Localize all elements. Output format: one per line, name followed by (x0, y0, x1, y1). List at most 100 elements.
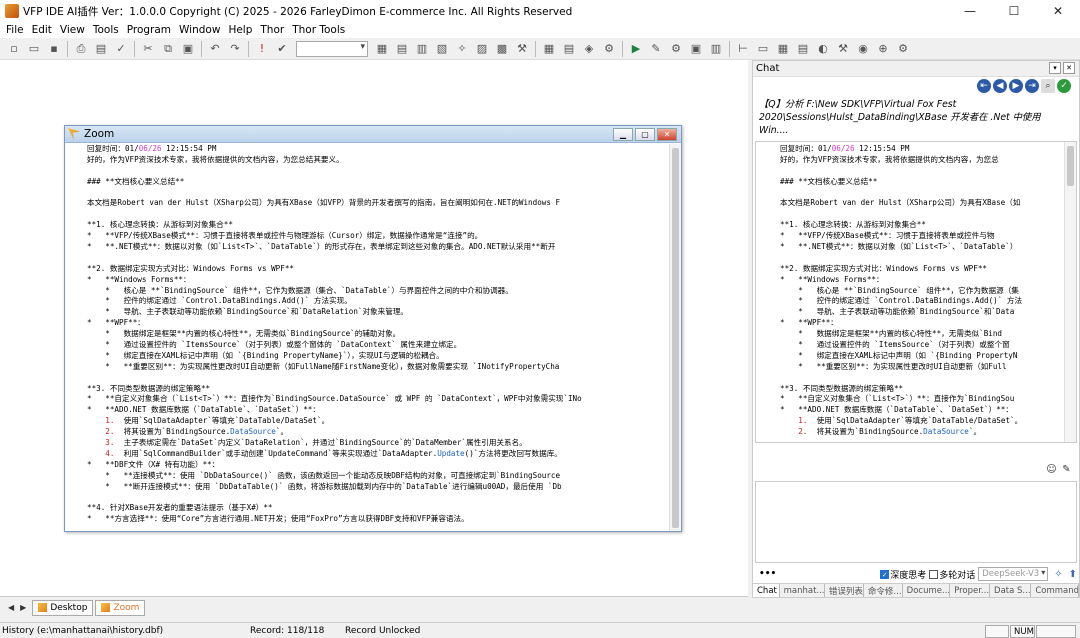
first-icon[interactable]: ⇤ (977, 79, 991, 93)
toolbar-separator (535, 40, 536, 57)
builder-icon[interactable]: ⚒ (514, 41, 530, 57)
tab-nav-right[interactable]: ▶ (20, 603, 26, 612)
label-icon[interactable]: ▥ (414, 41, 430, 57)
menu-view[interactable]: View (58, 24, 91, 36)
tools-icon[interactable]: ⚒ (835, 41, 851, 57)
chat-answer-text[interactable]: 回复时间：01/06/26 12:15:54 PM 好的，作为VFP资深技术专家，… (780, 144, 1064, 442)
open-icon[interactable]: ▭ (26, 41, 42, 57)
more-button[interactable]: ••• (759, 569, 776, 579)
chat-close-button[interactable]: ✕ (1063, 62, 1075, 74)
text-segment: `。 (968, 427, 982, 437)
chat-tab[interactable]: manhat... (780, 584, 825, 597)
group-icon[interactable]: ▦ (775, 41, 791, 57)
chat-tab[interactable]: Proper... (950, 584, 991, 597)
text-segment: **2. 数据绑定实现方式对比：Windows Forms vs WPF** (780, 263, 987, 273)
tab-nav-left[interactable]: ◀ (8, 603, 14, 612)
paste-icon[interactable]: ▣ (180, 41, 196, 57)
order-icon[interactable]: ▭ (755, 41, 771, 57)
view-icon[interactable]: ▣ (688, 41, 704, 57)
zoom-close-button[interactable]: ✕ (657, 128, 677, 141)
chat-answer-box[interactable]: 回复时间：01/06/26 12:15:54 PM 好的，作为VFP资深技术专家，… (755, 141, 1077, 443)
redo-icon[interactable]: ↷ (227, 41, 243, 57)
magic-wand-icon[interactable]: ✧ (1054, 569, 1062, 580)
send-icon[interactable]: ⬆ (1069, 569, 1077, 580)
shield-icon[interactable]: ✓ (1057, 79, 1071, 93)
modify-icon[interactable]: ✎ (648, 41, 664, 57)
zoom-window: Zoom ▁ ▢ ✕ 回复时间：01/06/26 12:15:54 PM 好的，作… (64, 125, 682, 532)
cut-icon[interactable]: ✂ (140, 41, 156, 57)
prev-icon[interactable]: ◀ (993, 79, 1007, 93)
menu-thor-tools[interactable]: Thor Tools (290, 24, 351, 36)
deep-think-checkbox[interactable]: ✓ 深度思考 (880, 568, 926, 581)
save-icon[interactable]: ▪ (46, 41, 62, 57)
zoom-scroll-thumb[interactable] (672, 148, 679, 528)
data-session-icon[interactable]: ◈ (581, 41, 597, 57)
copy-icon[interactable]: ⧉ (160, 41, 176, 57)
chat-tab[interactable]: Docume... (903, 584, 951, 597)
report-icon[interactable]: ▤ (394, 41, 410, 57)
chat-tab[interactable]: Chat (753, 584, 780, 597)
code-icon[interactable]: ▤ (561, 41, 577, 57)
zoom-maximize-button[interactable]: ▢ (635, 128, 655, 141)
next-icon[interactable]: ▶ (1009, 79, 1023, 93)
menu-thor[interactable]: Thor (258, 24, 290, 36)
menu-window[interactable]: Window (177, 24, 226, 36)
sort-icon[interactable]: ⊕ (875, 41, 891, 57)
text-segment: **4. 针对XBase开发者的重要语法提示（基于X#）** (87, 503, 273, 513)
zoom-minimize-button[interactable]: ▁ (613, 128, 633, 141)
tab-desktop[interactable]: Desktop (32, 599, 94, 616)
settings-icon[interactable]: ⚙ (601, 41, 617, 57)
text-line (87, 253, 669, 264)
last-icon[interactable]: ⇥ (1025, 79, 1039, 93)
chat-tab[interactable]: 命令修... (864, 584, 903, 597)
menu-help[interactable]: Help (226, 24, 258, 36)
minimize-button[interactable]: — (948, 0, 992, 22)
class-icon[interactable]: ▧ (434, 41, 450, 57)
align-icon[interactable]: ⊢ (735, 41, 751, 57)
exclamation-icon[interactable]: ! (254, 41, 270, 57)
check-icon[interactable]: ✔ (274, 41, 290, 57)
chat-input[interactable] (755, 481, 1077, 563)
chat-scroll-thumb[interactable] (1067, 146, 1074, 186)
close-button[interactable]: ✕ (1036, 0, 1080, 22)
zoom-text-area[interactable]: 回复时间：01/06/26 12:15:54 PM 好的，作为VFP资深技术专家，… (87, 144, 669, 531)
undo-icon[interactable]: ↶ (207, 41, 223, 57)
print-icon[interactable]: ⎙ (73, 41, 89, 57)
print-preview-icon[interactable]: ▤ (93, 41, 109, 57)
color-icon[interactable]: ◐ (815, 41, 831, 57)
menu-edit[interactable]: Edit (30, 24, 58, 36)
spell-check-icon[interactable]: ✓ (113, 41, 129, 57)
form-designer-icon[interactable]: ▦ (374, 41, 390, 57)
run-icon[interactable]: ▶ (628, 41, 644, 57)
font-icon[interactable]: ◉ (855, 41, 871, 57)
text-line: **3. 不同类型数据源的绑定策略** (780, 384, 1064, 395)
debug-icon[interactable]: ⚙ (668, 41, 684, 57)
brush-icon[interactable]: ✎ (1060, 463, 1073, 476)
wrench-icon[interactable]: ⚙ (895, 41, 911, 57)
model-select[interactable]: DeepSeek-V3 (978, 567, 1049, 581)
chat-tab[interactable]: 错误列表 (825, 584, 864, 597)
menu-program[interactable]: Program (125, 24, 177, 36)
connection-icon[interactable]: ▩ (494, 41, 510, 57)
menu-tools[interactable]: Tools (91, 24, 125, 36)
chat-pin-button[interactable]: ▾ (1049, 62, 1061, 74)
users-icon[interactable]: ☺ (1045, 463, 1058, 476)
properties-icon[interactable]: ▦ (541, 41, 557, 57)
chat-tab[interactable]: Data S... (990, 584, 1032, 597)
wizard-icon[interactable]: ✧ (454, 41, 470, 57)
search-icon[interactable]: ⌕ (1041, 79, 1055, 93)
zoom-scrollbar[interactable] (669, 144, 681, 531)
new-file-icon[interactable]: ▫ (6, 41, 22, 57)
chat-scrollbar[interactable] (1064, 142, 1076, 442)
toolbar-separator (622, 40, 623, 57)
layout-icon[interactable]: ▥ (708, 41, 724, 57)
menu-file[interactable]: File (4, 24, 30, 36)
tab-icon[interactable]: ▤ (795, 41, 811, 57)
query-icon[interactable]: ▨ (474, 41, 490, 57)
chat-tab[interactable]: Command (1031, 584, 1080, 597)
zoom-titlebar[interactable]: Zoom ▁ ▢ ✕ (65, 126, 681, 143)
maximize-button[interactable]: ☐ (992, 0, 1036, 22)
multi-turn-checkbox[interactable]: 多轮对话 (929, 568, 975, 581)
toolbar-combo[interactable] (296, 40, 368, 57)
tab-zoom[interactable]: Zoom (95, 599, 146, 616)
